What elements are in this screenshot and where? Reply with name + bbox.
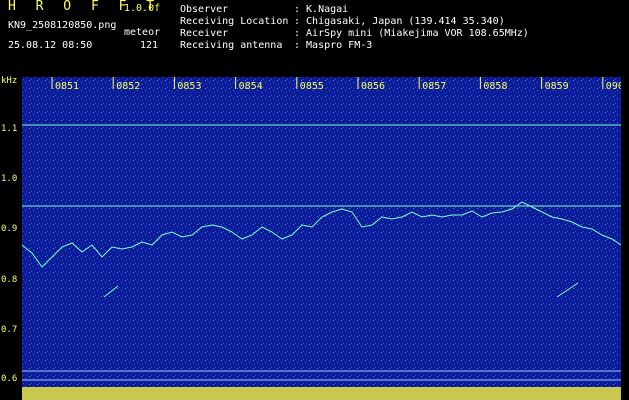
- x-tick-label: 0854: [239, 81, 263, 92]
- version-label: 1.0.0f: [124, 3, 161, 14]
- y-tick-label: 0.9: [1, 224, 18, 234]
- count-label: 121: [140, 40, 159, 51]
- bottom-noise-band: [22, 387, 621, 400]
- x-tick-label: 0857: [422, 81, 446, 92]
- location-label: Receiving Location: [180, 16, 289, 27]
- observer-value: : K.Nagai: [294, 4, 349, 15]
- y-tick-label: 0.7: [1, 325, 18, 335]
- receiver-value: : AirSpy mini (Miakejima VOR 108.65MHz): [294, 28, 529, 39]
- location-value: : Chigasaki, Japan (139.414 35.340): [294, 16, 505, 27]
- y-axis-unit: kHz: [1, 76, 18, 86]
- y-axis: kHz 1.1 1.0 0.9 0.8 0.7 0.6: [0, 76, 22, 400]
- mode-label: meteor: [124, 27, 161, 38]
- y-tick-label: 0.8: [1, 275, 18, 285]
- x-tick-label: 0852: [116, 81, 140, 92]
- antenna-value: : Maspro FM-3: [294, 40, 373, 51]
- antenna-label: Receiving antenna: [180, 40, 283, 51]
- x-tick-label: 0855: [300, 81, 324, 92]
- x-tick-label: 0853: [177, 81, 201, 92]
- x-tick-label: 0858: [483, 81, 507, 92]
- datetime-label: 25.08.12 08:50: [8, 40, 93, 51]
- observer-label: Observer: [180, 4, 229, 15]
- spectrogram: 0851 0852 0853 0854 0855 0856 0857 0858 0859 0900: [22, 77, 621, 400]
- y-tick-label: 1.1: [1, 124, 18, 134]
- header-panel: H R O F F T 1.0.0f KN9_2508120850.png me…: [0, 0, 629, 75]
- x-tick-label: 0851: [55, 81, 79, 92]
- y-tick-label: 1.0: [1, 174, 18, 184]
- x-tick-label: 0856: [361, 81, 385, 92]
- y-tick-label: 0.6: [1, 374, 18, 384]
- spectrogram-background: [22, 77, 621, 390]
- x-tick-label: 0859: [545, 81, 569, 92]
- receiver-label: Receiver: [180, 28, 229, 39]
- filename-label: KN9_2508120850.png: [8, 20, 117, 31]
- x-tick-label: 0900: [606, 81, 621, 92]
